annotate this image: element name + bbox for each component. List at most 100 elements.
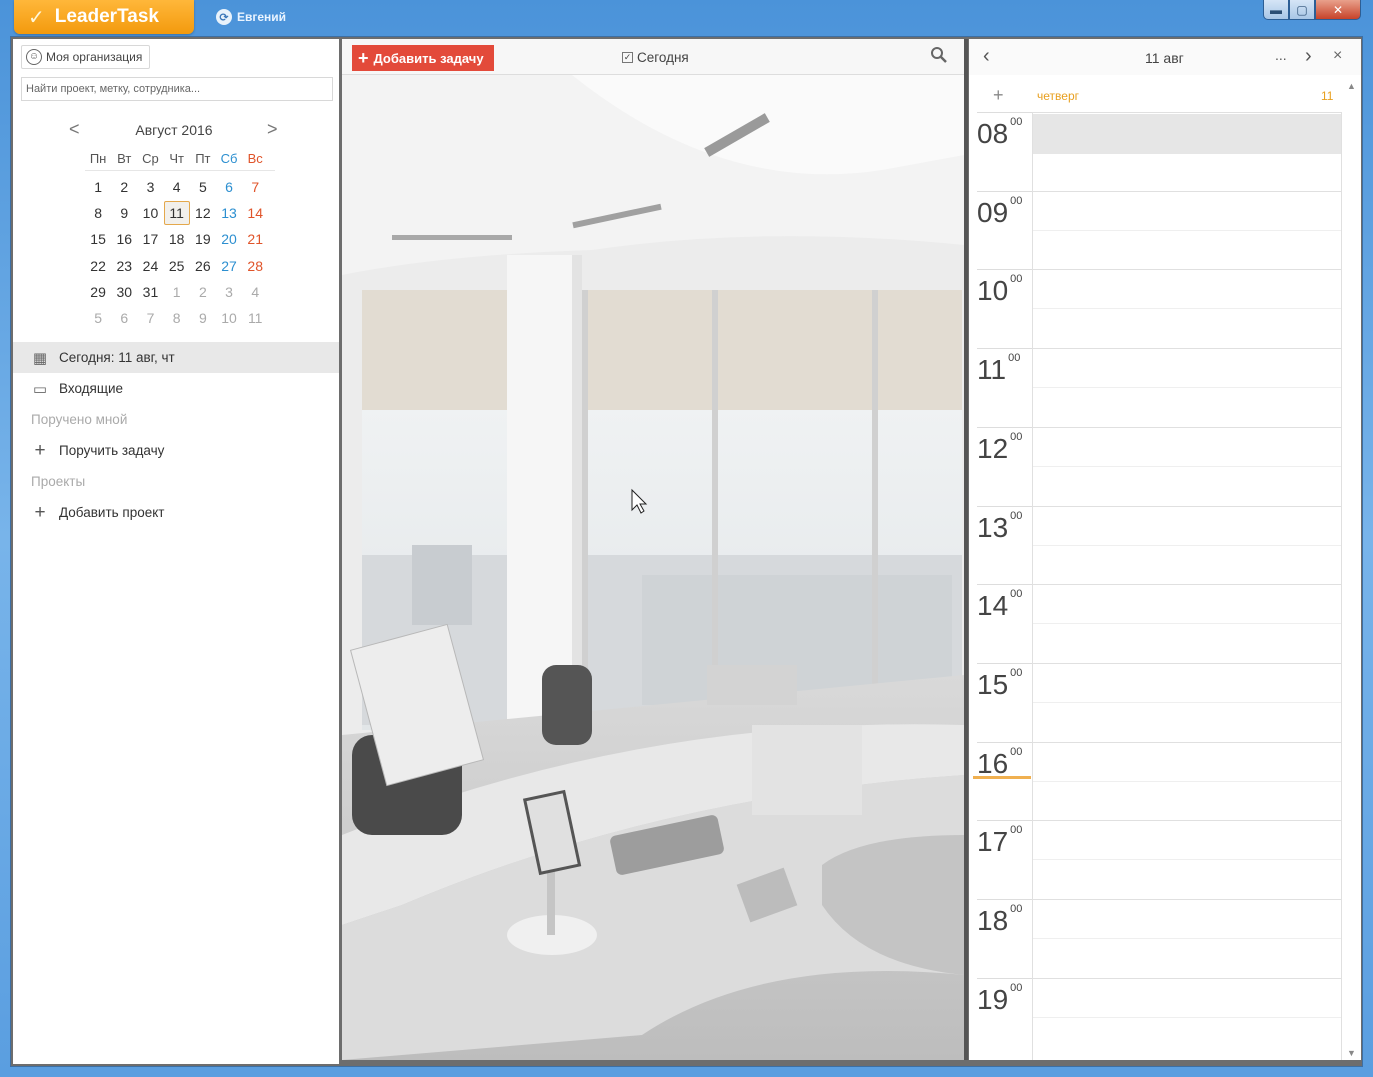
calendar-day[interactable]: 24 xyxy=(137,254,163,280)
weekday-label: Ср xyxy=(142,151,159,166)
hour-divider xyxy=(1033,348,1341,350)
plus-icon: + xyxy=(358,47,369,68)
more-options-button[interactable]: ... xyxy=(1275,47,1287,63)
calendar-day[interactable]: 23 xyxy=(111,254,137,280)
hour-row[interactable]: 13 00 xyxy=(969,505,1341,585)
user-account[interactable]: ⟳ Евгений xyxy=(216,9,286,25)
scroll-up-icon[interactable]: ▲ xyxy=(1347,81,1356,91)
hour-row[interactable]: 18 00 xyxy=(969,899,1341,978)
scroll-down-icon[interactable]: ▼ xyxy=(1347,1048,1356,1058)
add-project-button[interactable]: + Добавить проект xyxy=(13,497,339,528)
calendar-day[interactable]: 6 xyxy=(111,306,137,332)
calendar-day[interactable]: 25 xyxy=(164,254,190,280)
calendar-day[interactable]: 11 xyxy=(242,306,268,332)
calendar-day[interactable]: 1 xyxy=(164,280,190,306)
close-window-button[interactable]: ✕ xyxy=(1315,0,1361,20)
calendar-day[interactable]: 20 xyxy=(216,227,242,253)
calendar-day[interactable]: 7 xyxy=(242,175,268,201)
calendar-day[interactable]: 15 xyxy=(85,227,111,253)
hour-row[interactable]: 11 00 xyxy=(969,348,1341,427)
today-filter[interactable]: ✓ Сегодня xyxy=(622,50,689,65)
add-task-button[interactable]: + Добавить задачу xyxy=(352,45,494,71)
minimize-button[interactable]: ▬ xyxy=(1263,0,1289,20)
hour-timeline[interactable]: 19 00 18 00 17 00 16 00 15 00 14 00 13 00 12 00 11 00 10 00… xyxy=(969,112,1342,1060)
calendar-day[interactable]: 2 xyxy=(111,175,137,201)
hour-row[interactable]: 15 00 xyxy=(969,662,1341,742)
calendar-day[interactable]: 7 xyxy=(137,306,163,332)
calendar-day[interactable]: 8 xyxy=(85,201,111,227)
calendar-day[interactable]: 17 xyxy=(137,227,163,253)
calendar-day[interactable]: 31 xyxy=(137,280,163,306)
delegate-task-button[interactable]: + Поручить задачу xyxy=(13,435,339,466)
calendar-day[interactable]: 6 xyxy=(216,175,242,201)
add-event-button[interactable]: + xyxy=(993,85,1004,106)
prev-day-icon[interactable]: ‹ xyxy=(983,45,990,68)
calendar-day[interactable]: 1 xyxy=(85,175,111,201)
calendar-day[interactable]: 8 xyxy=(164,306,190,332)
add-task-label: Добавить задачу xyxy=(373,50,484,66)
calendar-week-row: 5 6 7 8 9 10 11 xyxy=(85,306,275,332)
minutes-value: 00 xyxy=(1008,352,1021,365)
hour-label: 08 00 xyxy=(977,116,1022,150)
calendar-day[interactable]: 28 xyxy=(242,254,268,280)
calendar-day[interactable]: 21 xyxy=(242,227,268,253)
hour-divider xyxy=(977,269,1033,271)
hour-label: 13 00 xyxy=(977,510,1022,544)
hour-row[interactable]: 17 00 xyxy=(969,820,1341,899)
nav-inbox[interactable]: ▭ Входящие xyxy=(13,373,339,404)
panel-splitter[interactable] xyxy=(964,39,968,1060)
maximize-button[interactable]: ▢ xyxy=(1289,0,1315,20)
calendar-day[interactable]: 13 xyxy=(216,201,242,227)
calendar-day[interactable]: 12 xyxy=(190,201,216,227)
minutes-value: 00 xyxy=(1010,824,1023,837)
calendar-day[interactable]: 19 xyxy=(190,227,216,253)
calendar-day[interactable]: 5 xyxy=(190,175,216,201)
prev-month-button[interactable]: < xyxy=(69,119,80,139)
calendar-day[interactable]: 5 xyxy=(85,306,111,332)
calendar-day[interactable]: 18 xyxy=(164,227,190,253)
calendar-day[interactable]: 22 xyxy=(85,254,111,280)
hour-row[interactable]: 10 00 xyxy=(969,269,1341,348)
today-filter-label: Сегодня xyxy=(637,50,689,65)
hour-divider xyxy=(977,348,1033,350)
minutes-value: 00 xyxy=(1010,194,1023,207)
calendar-day[interactable]: 27 xyxy=(216,254,242,280)
calendar-day[interactable]: 10 xyxy=(137,201,163,227)
delegated-section-header: Поручено мной xyxy=(31,412,128,427)
search-icon[interactable] xyxy=(930,46,948,64)
hour-row[interactable]: 12 00 xyxy=(969,426,1341,506)
hour-value: 12 xyxy=(977,432,1009,464)
hour-row[interactable]: 16 00 xyxy=(969,741,1341,821)
hour-value: 14 xyxy=(977,590,1009,622)
calendar-day[interactable]: 26 xyxy=(190,254,216,280)
app-logo[interactable]: ✓ LeaderTask xyxy=(14,0,194,34)
calendar-day[interactable]: 3 xyxy=(137,175,163,201)
calendar-day[interactable]: 2 xyxy=(190,280,216,306)
hour-value: 11 xyxy=(977,354,1007,386)
search-input[interactable] xyxy=(21,77,333,101)
calendar-day[interactable]: 9 xyxy=(111,201,137,227)
next-day-icon[interactable]: › xyxy=(1305,45,1312,68)
close-calendar-button[interactable]: × xyxy=(1333,47,1342,65)
calendar-day[interactable]: 16 xyxy=(111,227,137,253)
calendar-day[interactable]: 9 xyxy=(190,306,216,332)
calendar-day[interactable]: 3 xyxy=(216,280,242,306)
calendar-day[interactable]: 30 xyxy=(111,280,137,306)
timeline-scrollbar[interactable]: ▲ ▼ xyxy=(1345,79,1359,1060)
day-toolbar: ‹ 11 авг ... › × xyxy=(969,39,1361,75)
hour-divider xyxy=(1033,662,1341,664)
hour-row[interactable]: 09 00 xyxy=(969,190,1341,270)
calendar-day[interactable]: 10 xyxy=(216,306,242,332)
day-date-label: 11 авг xyxy=(1145,50,1184,66)
window-controls: ▬ ▢ ✕ xyxy=(1263,0,1361,20)
hour-row[interactable]: 19 00 xyxy=(969,977,1341,1057)
hour-row[interactable]: 14 00 xyxy=(969,584,1341,663)
nav-today[interactable]: ▦ Сегодня: 11 авг, чт xyxy=(13,342,339,373)
calendar-day[interactable]: 4 xyxy=(242,280,268,306)
calendar-day[interactable]: 29 xyxy=(85,280,111,306)
calendar-day[interactable]: 14 xyxy=(242,201,268,227)
calendar-day[interactable]: 4 xyxy=(164,175,190,201)
my-organization-button[interactable]: ☺ Моя организация xyxy=(21,45,151,69)
calendar-day-selected[interactable]: 11 xyxy=(163,201,190,226)
next-month-button[interactable]: > xyxy=(267,119,278,139)
